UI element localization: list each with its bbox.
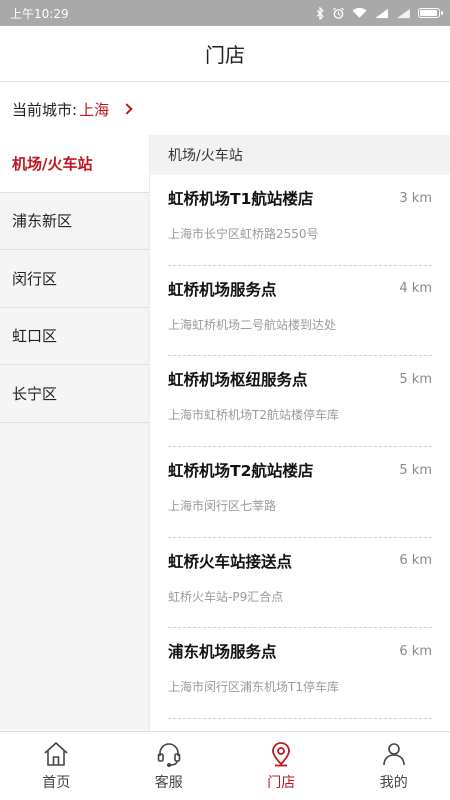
bottom-tab-bar: 首页 客服 门店 我的: [0, 731, 450, 800]
store-name: 虹桥机场T1航站楼店: [168, 190, 314, 208]
current-city[interactable]: 上海: [79, 99, 133, 120]
store-distance: 6 km: [399, 643, 432, 659]
store-address: 上海虹桥机场二号航站楼到达处: [168, 317, 337, 332]
store-name: 虹桥机场T2航站楼店: [168, 462, 314, 481]
store-distance: 4 km: [399, 281, 432, 297]
store-item[interactable]: 虹桥火车站接送点 6 km 虹桥火车站-P9汇合点: [150, 538, 450, 629]
store-item[interactable]: 虹桥机场枢纽服务点 5 km 上海市虹桥机场T2航站楼停车库: [150, 356, 450, 447]
tab-label: 门店: [267, 775, 296, 791]
district-item[interactable]: 机场/火车站: [0, 135, 149, 193]
wifi-icon: [352, 7, 367, 18]
store-distance: 3 km: [399, 190, 432, 206]
store-item[interactable]: 虹桥机场服务点 4 km 上海虹桥机场二号航站楼到达处: [150, 266, 450, 357]
signal-icon-2: [397, 8, 410, 18]
store-address: 虹桥火车站-P9汇合点: [168, 589, 284, 604]
store-distance: 6 km: [399, 553, 432, 569]
store-distance: 5 km: [399, 371, 432, 387]
tab-stores[interactable]: 门店: [225, 732, 338, 800]
district-item[interactable]: 闵行区: [0, 250, 149, 308]
headset-icon: [157, 743, 181, 767]
store-address: 上海市闵行区浦东机场T1停车库: [168, 680, 339, 695]
alarm-icon: [333, 6, 344, 19]
store-name: 虹桥火车站接送点: [168, 552, 293, 571]
bluetooth-icon: [316, 6, 324, 20]
tab-home[interactable]: 首页: [0, 732, 113, 800]
district-item[interactable]: 浦东新区: [0, 192, 149, 250]
district-item[interactable]: 虹口区: [0, 307, 149, 365]
tab-label: 首页: [42, 775, 71, 791]
status-time: 上午10:29: [10, 6, 69, 21]
store-name: 浦东机场服务点: [168, 643, 277, 662]
city-selector[interactable]: 当前城市: 上海: [0, 83, 450, 135]
store-address: 上海市长宁区虹桥路2550号: [168, 227, 319, 241]
chevron-right-icon: [121, 103, 133, 115]
page-title: 门店: [0, 26, 450, 82]
store-address: 上海市虹桥机场T2航站楼停车库: [168, 408, 339, 423]
home-icon: [44, 742, 68, 766]
signal-icon: [375, 8, 388, 18]
store-address: 上海市闵行区七莘路: [168, 499, 277, 514]
tab-label: 客服: [154, 775, 183, 791]
store-item[interactable]: 虹桥机场T1航站楼店 3 km 上海市长宁区虹桥路2550号: [150, 175, 450, 266]
store-list[interactable]: 机场/火车站 虹桥机场T1航站楼店 3 km 上海市长宁区虹桥路2550号 虹桥…: [150, 135, 450, 731]
city-label: 当前城市:: [12, 100, 78, 119]
user-icon: [382, 743, 405, 766]
store-name: 虹桥机场服务点: [168, 280, 277, 299]
tab-profile[interactable]: 我的: [338, 732, 450, 800]
district-item[interactable]: 长宁区: [0, 365, 149, 423]
status-bar: 上午10:29: [0, 0, 450, 26]
location-pin-icon: [272, 742, 291, 767]
battery-icon: [418, 8, 443, 18]
tab-label: 我的: [379, 775, 408, 791]
current-city-value: 上海: [79, 100, 110, 119]
status-icons: [315, 6, 443, 20]
store-distance: 5 km: [399, 462, 432, 478]
tab-service[interactable]: 客服: [113, 732, 226, 800]
section-header: 机场/火车站: [150, 135, 450, 175]
store-item[interactable]: 虹桥机场T2航站楼店 5 km 上海市闵行区七莘路: [150, 447, 450, 538]
district-sidebar: 机场/火车站 浦东新区 闵行区 虹口区 长宁区: [0, 135, 150, 731]
store-item[interactable]: 浦东机场服务点 6 km 上海市闵行区浦东机场T1停车库: [150, 628, 450, 719]
store-name: 虹桥机场枢纽服务点: [168, 371, 308, 390]
